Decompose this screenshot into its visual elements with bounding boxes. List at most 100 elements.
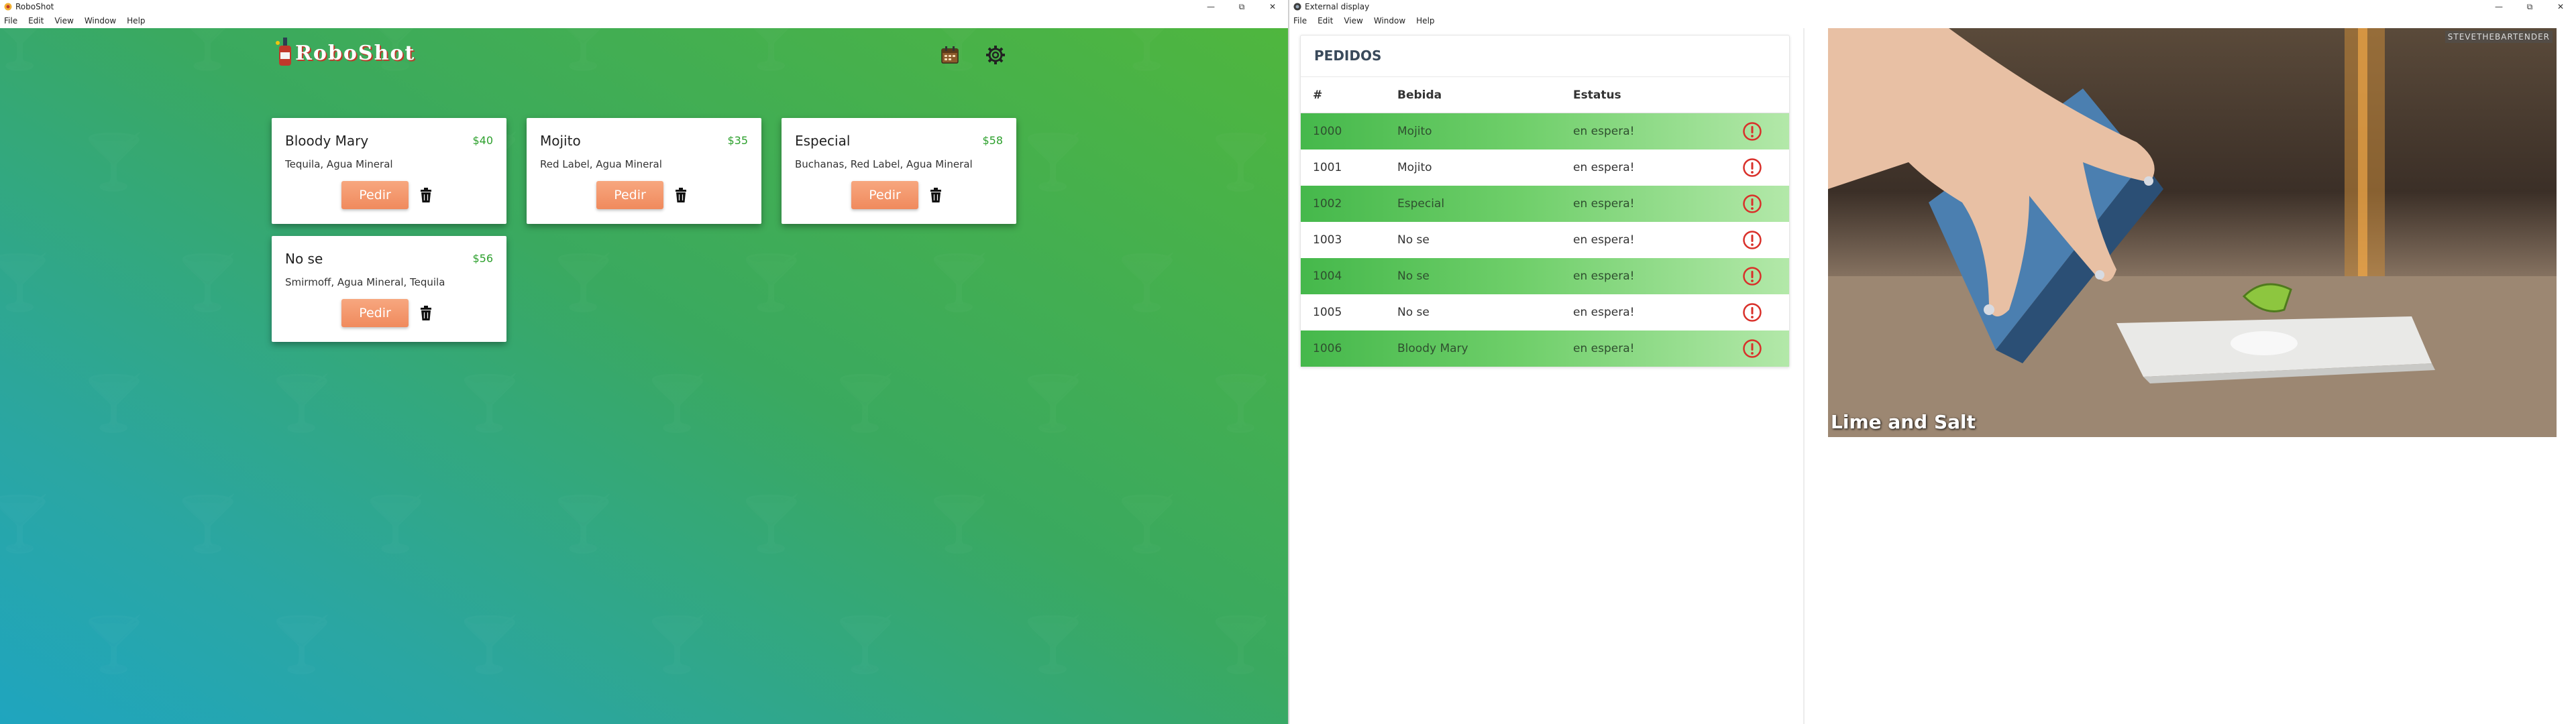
alert-icon[interactable] [1742,158,1762,178]
martini-glass-icon: 🍸 [644,613,711,676]
column-header-status: Estatus [1573,88,1621,102]
drink-name: Bloody Mary [285,133,369,149]
alert-icon[interactable] [1742,121,1762,141]
order-drink: Mojito [1397,161,1432,174]
martini-glass-icon: 🍸 [644,372,711,434]
drink-ingredients: Red Label, Agua Mineral [540,158,662,170]
martini-glass-icon: 🍸 [456,613,523,676]
order-id: 1002 [1313,197,1342,210]
order-status: en espera! [1573,197,1635,210]
menu-file[interactable]: File [1293,16,1307,25]
roboshot-window: RoboShot — ⧉ ✕ File Edit View Window Hel… [0,0,1288,724]
drink-name: Mojito [540,133,581,149]
orders-table-header: # Bebida Estatus [1301,77,1789,113]
menu-bar: File Edit View Window Help [1289,13,2576,28]
order-id: 1006 [1313,342,1342,355]
logo: RoboShot [275,38,415,68]
drink-card: Mojito $35 Red Label, Agua Mineral Pedir [527,118,761,224]
logo-text: RoboShot [295,41,416,65]
martini-glass-icon: 🍸 [80,131,148,193]
orders-title: PEDIDOS [1301,36,1789,77]
table-row: 1004 No se en espera! [1301,258,1789,294]
minimize-button[interactable]: — [1195,0,1226,13]
menu-view[interactable]: View [1344,16,1362,25]
menu-help[interactable]: Help [1416,16,1434,25]
drink-card: Bloody Mary $40 Tequila, Agua Mineral Pe… [272,118,506,224]
drink-price: $35 [727,134,748,147]
app-icon [1293,3,1301,11]
martini-glass-icon: 🍸 [1020,372,1087,434]
maximize-button[interactable]: ⧉ [2514,0,2545,13]
menu-file[interactable]: File [4,16,17,25]
menu-window[interactable]: Window [1374,16,1405,25]
drink-name: Especial [795,133,851,149]
order-button[interactable]: Pedir [851,181,918,209]
table-row: 1005 No se en espera! [1301,294,1789,330]
martini-glass-icon: 🍸 [550,251,617,314]
alert-icon[interactable] [1742,194,1762,214]
table-row: 1001 Mojito en espera! [1301,149,1789,186]
table-row: 1000 Mojito en espera! [1301,113,1789,149]
order-id: 1000 [1313,125,1342,138]
title-bar: RoboShot — ⧉ ✕ [0,0,1288,13]
menu-edit[interactable]: Edit [28,16,44,25]
minimize-button[interactable]: — [2483,0,2514,13]
calendar-icon [941,46,959,64]
trash-icon[interactable] [419,306,433,320]
martini-glass-icon: 🍸 [1208,372,1275,434]
menu-view[interactable]: View [54,16,73,25]
trash-icon[interactable] [929,188,943,202]
trash-icon[interactable] [674,188,688,202]
table-row: 1003 No se en espera! [1301,222,1789,258]
martini-glass-icon: 🍸 [550,493,617,555]
order-status: en espera! [1573,269,1635,283]
martini-glass-icon: 🍸 [174,251,241,314]
martini-glass-icon: 🍸 [80,613,148,676]
martini-glass-icon: 🍸 [0,493,54,555]
order-button[interactable]: Pedir [596,181,663,209]
martini-glass-icon: 🍸 [926,251,993,314]
menu-edit[interactable]: Edit [1318,16,1333,25]
maximize-button[interactable]: ⧉ [1226,0,1257,13]
martini-glass-icon: 🍸 [268,372,335,434]
close-button[interactable]: ✕ [1257,0,1288,13]
orders-panel: PEDIDOS # Bebida Estatus 1000 Mojito en es… [1300,35,1790,367]
alert-icon[interactable] [1742,302,1762,322]
martini-glass-icon: 🍸 [1208,131,1275,193]
order-id: 1005 [1313,306,1342,319]
drink-card: No se $56 Smirmoff, Agua Mineral, Tequil… [272,236,506,342]
order-id: 1003 [1313,233,1342,247]
trash-icon[interactable] [419,188,433,202]
order-button[interactable]: Pedir [341,299,409,327]
martini-glass-icon: 🍸 [550,28,617,72]
drink-card: Especial $58 Buchanas, Red Label, Agua M… [782,118,1016,224]
martini-glass-icon: 🍸 [832,372,899,434]
drink-price: $40 [472,134,493,147]
alert-icon[interactable] [1742,339,1762,359]
calendar-button[interactable] [938,43,962,67]
drink-ingredients: Buchanas, Red Label, Agua Mineral [795,158,973,170]
video-watermark: STEVETHEBARTENDER [2445,31,2553,43]
column-header-id: # [1313,88,1323,102]
order-status: en espera! [1573,233,1635,247]
external-display-app: PEDIDOS # Bebida Estatus 1000 Mojito en es… [1289,28,2576,724]
external-display-window: External display — ⧉ ✕ File Edit View Wi… [1288,0,2576,724]
video-player[interactable]: STEVETHEBARTENDER Lime and Salt [1828,28,2557,437]
close-button[interactable]: ✕ [2545,0,2576,13]
drink-price: $58 [982,134,1003,147]
panel-divider [1803,28,1805,724]
settings-button[interactable] [983,43,1008,67]
menu-help[interactable]: Help [127,16,145,25]
alert-icon[interactable] [1742,266,1762,286]
order-id: 1004 [1313,269,1342,283]
alert-icon[interactable] [1742,230,1762,250]
drink-ingredients: Tequila, Agua Mineral [285,158,393,170]
martini-glass-icon: 🍸 [362,493,429,555]
drink-name: No se [285,251,323,267]
order-status: en espera! [1573,306,1635,319]
video-caption: Lime and Salt [1831,411,1976,433]
menu-window[interactable]: Window [85,16,116,25]
order-button[interactable]: Pedir [341,181,409,209]
roboshot-app: 🍸🍸🍸🍸🍸🍸🍸🍸🍸🍸🍸🍸🍸🍸🍸🍸🍸🍸🍸🍸🍸🍸🍸🍸🍸🍸🍸🍸🍸🍸🍸🍸🍸🍸🍸🍸🍸🍸🍸🍸… [0,28,1288,724]
order-status: en espera! [1573,342,1635,355]
